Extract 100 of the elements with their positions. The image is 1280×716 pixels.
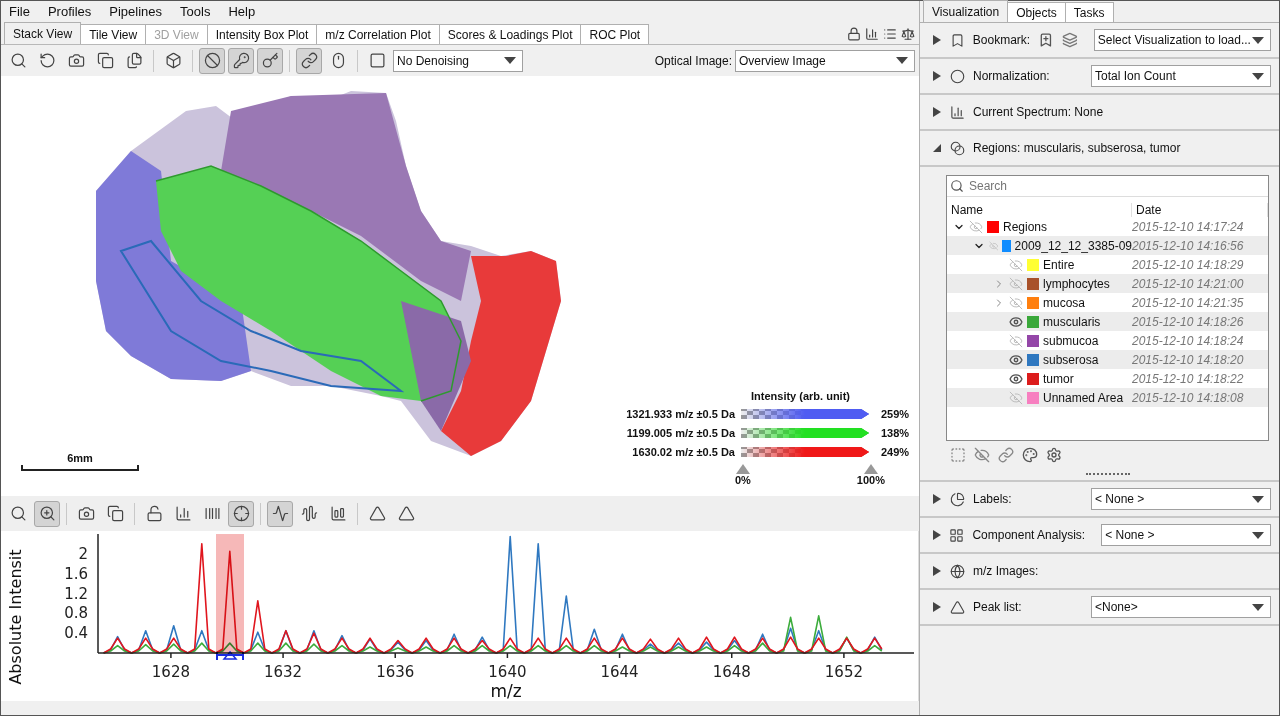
channel-max-text: 138% <box>881 427 910 439</box>
y-tick-label: 0.4 <box>64 624 88 643</box>
caret-icon <box>1252 531 1264 539</box>
search-field[interactable]: Search <box>967 178 1268 194</box>
section-dropdown[interactable]: < None > <box>1091 488 1271 510</box>
panel-tab[interactable]: Visualization <box>923 0 1009 22</box>
menu-item[interactable]: Pipelines <box>109 4 163 19</box>
waveform-icon <box>300 505 318 522</box>
caret-icon <box>504 57 516 64</box>
selection-marker-drawing[interactable] <box>215 534 244 661</box>
expand-toggle[interactable] <box>932 35 942 45</box>
scale-bar-label: 6mm <box>67 452 93 464</box>
y-axis-label: Absolute Intensit <box>6 549 25 685</box>
expand-toggle[interactable] <box>932 71 942 81</box>
circles-icon <box>950 140 965 156</box>
menu-item[interactable]: File <box>9 4 30 19</box>
expand-toggle[interactable] <box>932 602 942 612</box>
link-icon <box>300 52 318 69</box>
section-dropdown[interactable]: Select Visualization to load... <box>1093 29 1271 51</box>
region-name: muscularis <box>1043 314 1101 329</box>
tool-button[interactable] <box>257 47 283 74</box>
section-dropdown[interactable]: <None> <box>1091 596 1271 618</box>
x-tick-label: 1652 <box>824 663 863 681</box>
tool-button[interactable] <box>199 47 225 74</box>
menu-item[interactable]: Profiles <box>47 4 92 19</box>
expand-toggle[interactable] <box>932 566 942 576</box>
view-tab[interactable]: ROC Plot <box>580 24 650 44</box>
max-marker-label: 100% <box>856 474 885 486</box>
view-tab[interactable]: Stack View <box>4 22 82 44</box>
splitter-handle[interactable] <box>1085 473 1130 476</box>
caret-icon <box>1252 72 1264 80</box>
expand-toggle[interactable] <box>932 107 942 117</box>
bookmark-icon <box>949 32 965 48</box>
barcode-icon <box>203 505 221 522</box>
tree-row[interactable]: 2009_12_12_3385-092015-12-10 14:16:56 <box>947 236 1268 255</box>
view-tab[interactable]: Scores & Loadings Plot <box>438 24 582 44</box>
link-icon[interactable] <box>998 447 1014 463</box>
eye-icon[interactable] <box>1009 352 1023 367</box>
slider-marker-icon[interactable] <box>735 464 750 474</box>
channel-label: 1321.933 m/z ±0.5 Da <box>625 408 735 420</box>
bar-chart-icon[interactable] <box>865 27 879 41</box>
spectrum-icon <box>950 104 965 120</box>
slider-marker-icon[interactable] <box>863 464 878 474</box>
date-text: 2015-12-10 14:17:24 <box>1132 219 1245 234</box>
date-text: 2015-12-10 14:18:20 <box>1132 352 1245 367</box>
histogram-icon <box>329 505 347 522</box>
dot-icon <box>950 68 965 84</box>
y-tick-label: 1.2 <box>64 584 88 603</box>
files-icon <box>125 52 143 69</box>
expand-toggle[interactable] <box>932 530 942 540</box>
camera-icon <box>77 505 95 522</box>
view-tab[interactable]: Tile View <box>80 24 147 44</box>
date-text: 2015-12-10 14:18:29 <box>1132 257 1245 272</box>
unlock-icon <box>145 505 163 522</box>
crossed-eye-icon[interactable] <box>974 447 990 463</box>
section-dropdown[interactable]: Total Ion Count <box>1091 65 1271 87</box>
min-marker-label: 0% <box>735 474 751 486</box>
panel-tab[interactable]: Objects <box>1007 2 1066 22</box>
view-tab[interactable]: Intensity Box Plot <box>206 24 318 44</box>
expand-toggle[interactable] <box>932 494 942 504</box>
tree-row[interactable]: Unnamed Area 2015-12-10 14:18:08 <box>947 388 1268 407</box>
tree-row[interactable]: muscularis 2015-12-10 14:18:26 <box>947 312 1268 331</box>
tool-button[interactable] <box>34 500 60 527</box>
tool-button[interactable] <box>228 47 254 74</box>
settings-icon[interactable] <box>1046 447 1062 463</box>
palette-icon[interactable] <box>1022 447 1038 463</box>
menu-item[interactable]: Tools <box>180 4 211 19</box>
caret-icon <box>1252 603 1264 611</box>
tool-button[interactable] <box>228 500 254 527</box>
add-bookmark-icon[interactable] <box>1038 32 1054 48</box>
region-name: lymphocytes <box>1043 276 1110 291</box>
tool-button[interactable] <box>267 500 293 527</box>
region-name: tumor <box>1043 371 1074 386</box>
tool-button[interactable] <box>296 47 322 74</box>
scale-icon[interactable] <box>901 27 915 41</box>
channel-label: 1630.02 m/z ±0.5 Da <box>631 446 735 458</box>
x-tick-label: 1632 <box>264 663 303 681</box>
optical-image-dropdown[interactable]: Overview Image <box>735 49 915 72</box>
menu-item[interactable]: Help <box>228 4 256 19</box>
tree-row[interactable]: subserosa 2015-12-10 14:18:20 <box>947 350 1268 369</box>
square-icon <box>368 52 386 69</box>
view-tab[interactable]: m/z Correlation Plot <box>316 24 440 44</box>
list-icon[interactable] <box>883 27 897 41</box>
layers-icon[interactable] <box>1061 32 1078 48</box>
section-label: Peak list: <box>973 600 1022 614</box>
section-dropdown[interactable]: < None > <box>1101 524 1271 546</box>
date-text: 2015-12-10 14:21:00 <box>1132 276 1245 291</box>
key-icon <box>261 52 279 69</box>
section-label: Component Analysis: <box>972 528 1086 542</box>
denoising-dropdown[interactable]: No Denoising <box>393 49 523 72</box>
expand-toggle[interactable] <box>932 143 942 153</box>
eye-icon[interactable] <box>1009 314 1023 329</box>
eye-icon[interactable] <box>1009 371 1023 386</box>
search-icon <box>950 179 964 193</box>
date-text: 2015-12-10 14:18:08 <box>1132 390 1245 405</box>
date-text: 2015-12-10 14:18:22 <box>1132 371 1245 386</box>
lock-icon[interactable] <box>847 27 861 41</box>
panel-tab[interactable]: Tasks <box>1064 2 1114 22</box>
search-icon <box>9 505 27 522</box>
crosshair-icon <box>232 505 250 522</box>
